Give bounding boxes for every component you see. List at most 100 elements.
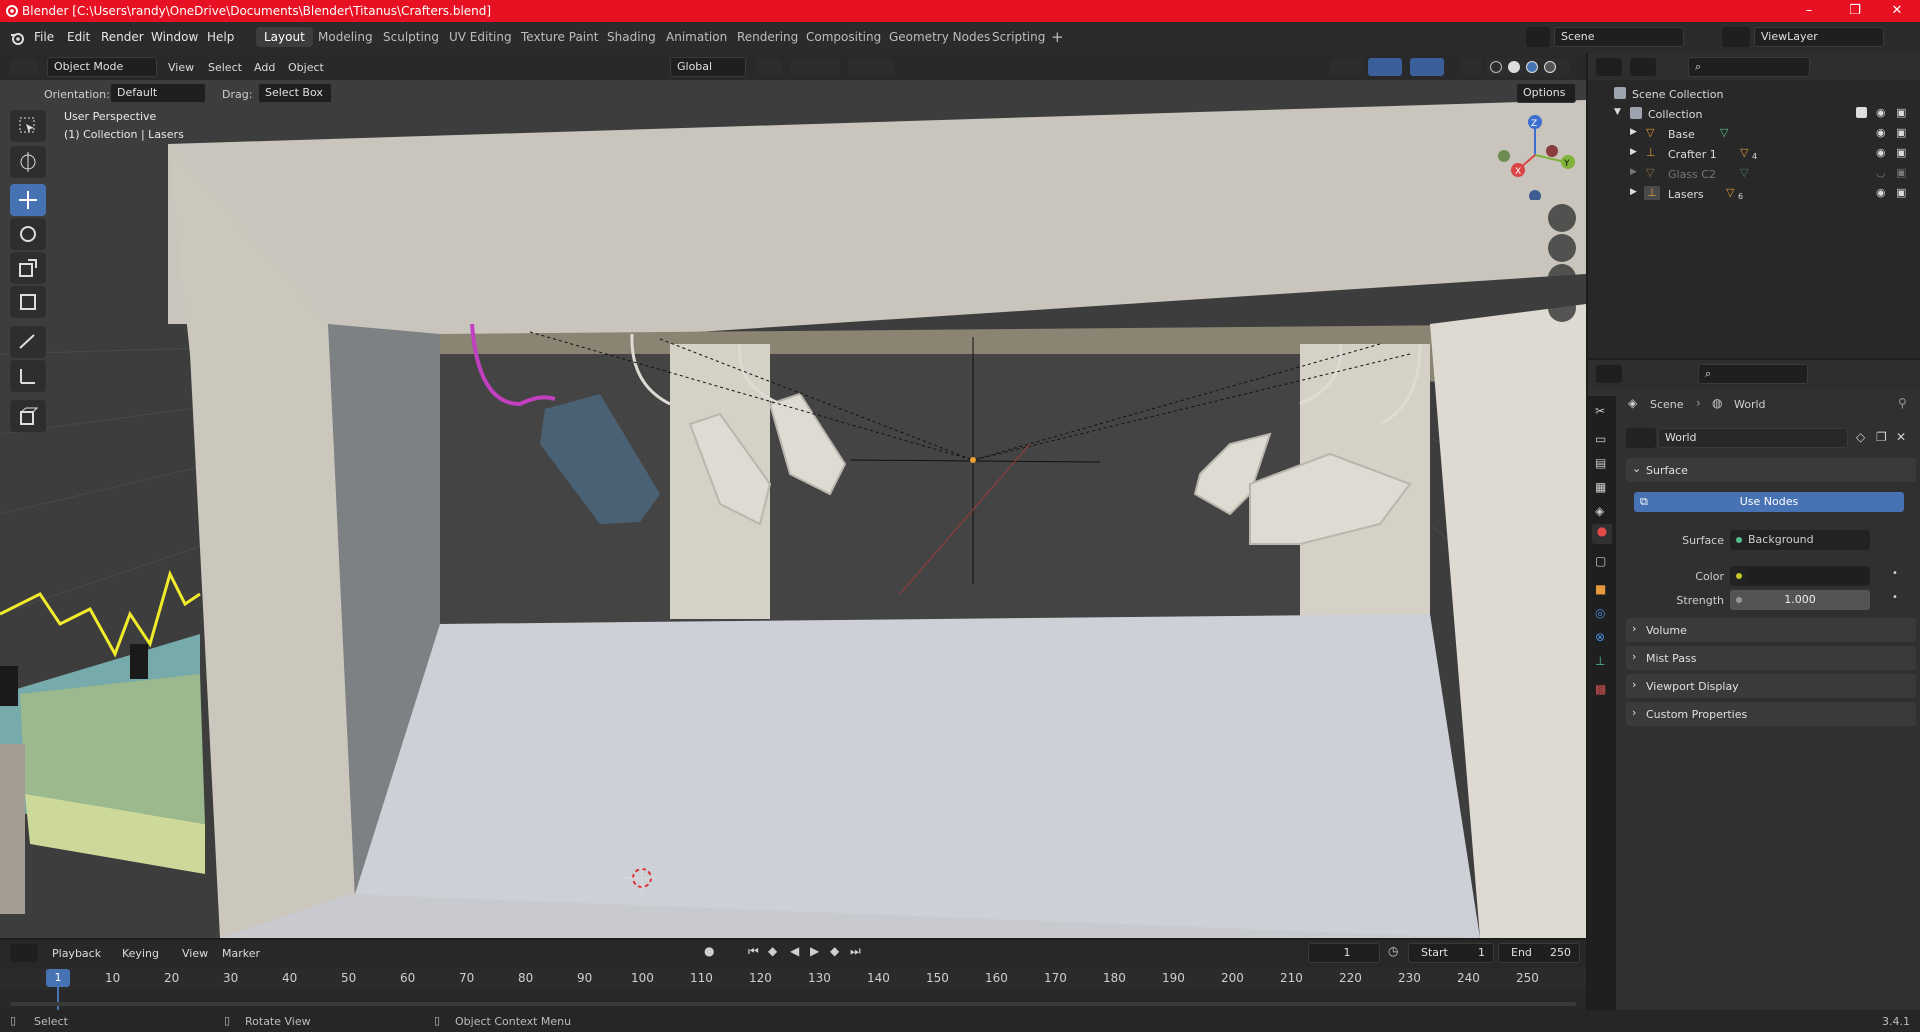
tab-shading[interactable]: Shading: [607, 30, 656, 44]
timeline-scrollbar[interactable]: [10, 1002, 1576, 1006]
view-layer-tab-icon[interactable]: ▦: [1595, 480, 1606, 494]
object-tab-icon[interactable]: ■: [1595, 582, 1606, 596]
camera-view-icon[interactable]: [1548, 264, 1576, 292]
zoom-icon[interactable]: [1548, 204, 1576, 232]
tab-layout[interactable]: Layout: [256, 27, 313, 47]
scene-field[interactable]: Scene: [1554, 27, 1684, 47]
surface-panel-header[interactable]: ⌄ Surface: [1626, 458, 1916, 482]
mist-pass-panel-header[interactable]: › Mist Pass: [1626, 646, 1916, 670]
surface-shader-dropdown[interactable]: Background: [1730, 530, 1870, 550]
scene-tab-icon[interactable]: ◈: [1595, 504, 1604, 518]
duplicate-icon[interactable]: ❐: [1876, 430, 1887, 444]
tab-compositing[interactable]: Compositing: [806, 30, 881, 44]
expand-arrow-icon[interactable]: ▶: [1630, 127, 1637, 137]
outliner-editor-type-icon[interactable]: [1596, 58, 1622, 76]
tab-geometry-nodes[interactable]: Geometry Nodes: [889, 30, 990, 44]
tab-modeling[interactable]: Modeling: [318, 30, 373, 44]
strength-socket-icon[interactable]: [1736, 597, 1742, 603]
menu-view[interactable]: View: [168, 61, 194, 74]
transform-orientation-dropdown[interactable]: Global: [670, 57, 746, 77]
minimize-button[interactable]: –: [1786, 0, 1832, 22]
mode-dropdown[interactable]: Object Mode: [47, 57, 157, 77]
output-tab-icon[interactable]: ▤: [1595, 456, 1606, 470]
tab-uv-editing[interactable]: UV Editing: [449, 30, 512, 44]
outliner-row-scene-collection[interactable]: Scene Collection: [1588, 84, 1920, 104]
eye-icon[interactable]: ◉: [1876, 146, 1886, 159]
strength-slider[interactable]: 1.000: [1730, 590, 1870, 610]
properties-editor-type-icon[interactable]: [1596, 365, 1622, 383]
eye-icon[interactable]: ◉: [1876, 106, 1886, 119]
menu-object[interactable]: Object: [288, 61, 324, 74]
breadcrumb-world[interactable]: World: [1734, 398, 1766, 411]
outliner-row-collection[interactable]: ▼ Collection ◉ ▣: [1588, 104, 1920, 124]
use-nodes-button[interactable]: ⧉ Use Nodes: [1634, 492, 1904, 512]
xray-toggle-icon[interactable]: [1460, 58, 1482, 76]
blender-menu-icon[interactable]: [10, 31, 24, 45]
tab-texture-paint[interactable]: Texture Paint: [521, 30, 598, 44]
volume-panel-header[interactable]: › Volume: [1626, 618, 1916, 642]
new-collection-icon[interactable]: [1902, 58, 1918, 76]
snapping-icon[interactable]: [790, 58, 840, 76]
eye-icon[interactable]: ◉: [1876, 126, 1886, 139]
camera-icon[interactable]: ▣: [1896, 146, 1906, 159]
tool-rotate[interactable]: [10, 218, 46, 250]
camera-icon[interactable]: ▣: [1896, 166, 1906, 179]
menu-window[interactable]: Window: [151, 30, 198, 44]
tab-scripting[interactable]: Scripting: [992, 30, 1045, 44]
start-frame-field[interactable]: Start 1: [1408, 943, 1494, 963]
world-tab-icon[interactable]: ●: [1592, 524, 1612, 544]
tool-move[interactable]: [10, 184, 46, 216]
menu-edit[interactable]: Edit: [67, 30, 90, 44]
menu-add[interactable]: Add: [254, 61, 275, 74]
tool-tab-icon[interactable]: ✂: [1595, 404, 1605, 418]
texture-tab-icon[interactable]: ▩: [1595, 682, 1606, 696]
unlink-icon[interactable]: ✕: [1896, 430, 1906, 444]
jump-end-icon[interactable]: ⏭: [850, 944, 861, 959]
expand-arrow-icon[interactable]: ▶: [1630, 167, 1637, 177]
outliner-row-lasers[interactable]: ▶ ⊥ Lasers ▽ 6 ◉ ▣: [1588, 184, 1920, 204]
record-icon[interactable]: ●: [704, 944, 714, 958]
material-shading-icon[interactable]: [1526, 61, 1538, 73]
view-layer-field[interactable]: ViewLayer: [1754, 27, 1884, 47]
visibility-icon[interactable]: [1330, 58, 1364, 76]
perspective-toggle-icon[interactable]: [1548, 294, 1576, 322]
prev-keyframe-icon[interactable]: ◆: [768, 944, 777, 958]
view-layer-icon[interactable]: [1722, 27, 1750, 47]
eye-hidden-icon[interactable]: ◡: [1876, 166, 1886, 179]
color-field[interactable]: [1730, 566, 1870, 586]
play-reverse-icon[interactable]: ◀: [790, 944, 799, 958]
outliner-row-base[interactable]: ▶ ▽ Base ▽ ◉ ▣: [1588, 124, 1920, 144]
tool-transform[interactable]: [10, 286, 46, 318]
navigation-gizmo[interactable]: Z Y X: [1490, 110, 1580, 200]
world-name-field[interactable]: World: [1658, 428, 1848, 448]
menu-file[interactable]: File: [34, 30, 54, 44]
expand-arrow-icon[interactable]: ▶: [1630, 187, 1637, 197]
expand-arrow-icon[interactable]: ▼: [1614, 107, 1621, 117]
menu-timeline-view[interactable]: View: [182, 947, 208, 960]
data-tab-icon[interactable]: ⊥: [1595, 654, 1605, 668]
shading-mode-icon[interactable]: [1486, 58, 1570, 76]
keyframe-dot-icon[interactable]: •: [1892, 568, 1898, 579]
keyframe-dot-icon[interactable]: •: [1892, 592, 1898, 603]
outliner-search-input[interactable]: ⌕: [1688, 57, 1810, 77]
gizmo-toggle-icon[interactable]: [1368, 58, 1402, 76]
color-swatch[interactable]: [1748, 568, 1868, 584]
tool-add-cube[interactable]: [10, 400, 46, 432]
physics-tab-icon[interactable]: ◎: [1595, 606, 1605, 620]
orientation-dropdown[interactable]: Default: [110, 83, 206, 103]
menu-render[interactable]: Render: [101, 30, 144, 44]
viewport-display-panel-header[interactable]: › Viewport Display: [1626, 674, 1916, 698]
constraints-tab-icon[interactable]: ⊗: [1595, 630, 1605, 644]
eye-icon[interactable]: ◉: [1876, 186, 1886, 199]
filter-icon[interactable]: [1876, 58, 1900, 76]
play-icon[interactable]: ▶: [810, 944, 819, 958]
3d-viewport[interactable]: Object Mode View Select Add Object Globa…: [0, 54, 1586, 938]
color-socket-icon[interactable]: [1736, 573, 1742, 579]
menu-playback[interactable]: Playback: [52, 947, 101, 960]
next-keyframe-icon[interactable]: ◆: [830, 944, 839, 958]
neg-z-axis-icon[interactable]: [1529, 190, 1541, 200]
world-browse-icon[interactable]: [1626, 428, 1656, 448]
outliner-row-crafter-1[interactable]: ▶ ⊥ Crafter 1 ▽ 4 ◉ ▣: [1588, 144, 1920, 164]
camera-icon[interactable]: ▣: [1896, 106, 1906, 119]
camera-icon[interactable]: ▣: [1896, 126, 1906, 139]
